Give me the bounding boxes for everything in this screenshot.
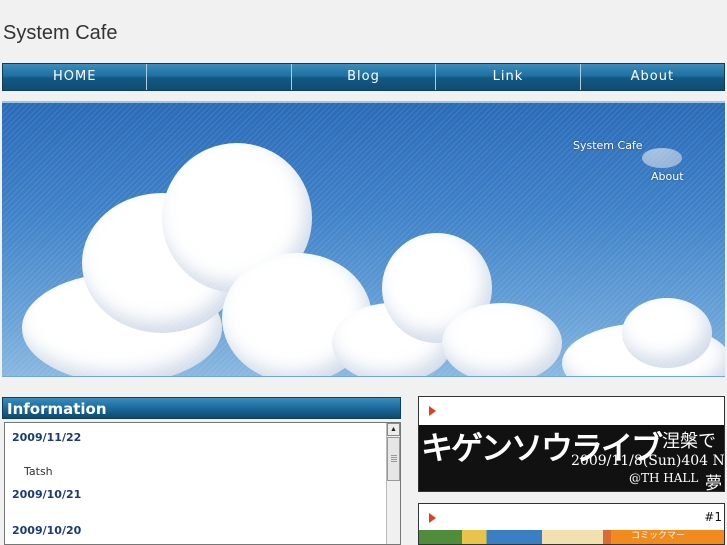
hero-banner: System Cafe About	[2, 101, 725, 377]
info-date: 2009/11/22	[12, 431, 82, 444]
scroll-up-arrow-icon[interactable]: ▲	[387, 423, 400, 436]
info-date: 2009/10/20	[12, 524, 82, 537]
banner-art-sub: 涅槃で	[662, 431, 716, 452]
scroll-thumb[interactable]	[387, 437, 400, 481]
arrow-right-icon	[429, 513, 436, 523]
information-box[interactable]: 2009/11/22 Tatsh 2009/10/21 2009/10/20 ▲	[4, 422, 401, 545]
comic-banner[interactable]: #1 コミックマー	[418, 503, 725, 545]
nav-link[interactable]: Link	[436, 64, 581, 90]
main-nav: HOME Blog Link About	[2, 63, 725, 91]
comic-art-label: コミックマー	[611, 530, 724, 544]
nav-home[interactable]: HOME	[3, 64, 148, 90]
information-title: Information	[2, 397, 401, 419]
information-panel: Information 2009/11/22 Tatsh 2009/10/21 …	[2, 397, 401, 545]
banner-venue-line: @TH HALL	[629, 471, 699, 485]
comic-art: コミックマー	[419, 530, 724, 544]
info-text: Tatsh	[24, 465, 53, 478]
site-title: System Cafe	[3, 22, 118, 44]
live-event-banner[interactable]: キゲンソウライブ 涅槃で 2009/11/8(Sun)404 Not @TH H…	[418, 396, 725, 492]
nav-about[interactable]: About	[581, 64, 724, 90]
hero-link-system-cafe[interactable]: System Cafe	[573, 139, 643, 152]
hero-link-about[interactable]: About	[651, 170, 684, 183]
nav-blog[interactable]: Blog	[292, 64, 437, 90]
scrollbar[interactable]: ▲	[386, 423, 400, 544]
live-event-art: キゲンソウライブ 涅槃で 2009/11/8(Sun)404 Not @TH H…	[419, 425, 725, 491]
grip-icon	[391, 455, 397, 463]
banner-date-line: 2009/11/8(Sun)404 Not	[571, 453, 725, 469]
arrow-right-icon	[429, 406, 436, 416]
nav-empty[interactable]	[147, 64, 292, 90]
info-text	[12, 500, 386, 524]
banner-extra: 夢	[705, 474, 722, 491]
information-list: 2009/11/22 Tatsh 2009/10/21 2009/10/20	[5, 423, 386, 537]
banner-number: #1	[704, 510, 722, 524]
info-text	[12, 443, 386, 455]
info-date	[12, 455, 386, 459]
info-date: 2009/10/21	[12, 488, 82, 501]
